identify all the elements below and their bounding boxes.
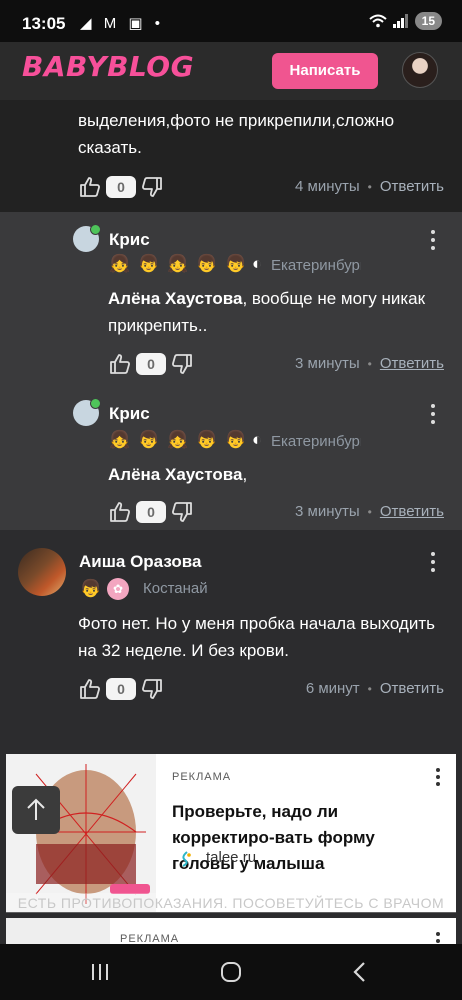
comment-time: 3 минуты (295, 503, 360, 520)
author-city: Костанай (143, 580, 208, 597)
comment-body: , (242, 465, 248, 484)
ad-disclaimer: ЕСТЬ ПРОТИВОПОКАЗАНИЯ. ПОСОВЕТУЙТЕСЬ С В… (6, 893, 456, 913)
thumb-up-icon[interactable] (78, 175, 102, 199)
author-name[interactable]: Аиша Оразова (79, 552, 201, 572)
home-icon[interactable] (219, 960, 243, 984)
girl-badge-icon: 👧 (109, 254, 131, 273)
ad-label: РЕКЛАМА (172, 771, 232, 783)
system-nav-bar (0, 944, 462, 1000)
back-icon[interactable] (348, 960, 372, 984)
avatar[interactable] (18, 548, 66, 596)
author-city: Екатеринбург (271, 257, 361, 274)
comment-actions: 0 (108, 499, 194, 525)
ad-card[interactable]: РЕКЛАМА Проверьте, надо ли корректиро-ва… (6, 754, 456, 912)
boy-badge-icon: 👦 (138, 430, 160, 449)
ad-image[interactable] (6, 918, 110, 944)
comment-time: 4 минуты (295, 178, 360, 195)
site-header: BABYBLOG Написать (0, 42, 462, 100)
author-city: Екатеринбург (271, 433, 361, 450)
boy-badge-icon: 👦 (225, 430, 247, 449)
reply-link[interactable]: Ответить (380, 178, 444, 195)
ad-link[interactable]: talee.ru (206, 849, 256, 866)
comment-card-top: выделения,фото не прикрепили,сложно сказ… (0, 100, 462, 212)
comment-text: Алёна Хаустова, (108, 461, 438, 488)
girl-badge-icon: 👧 (109, 430, 131, 449)
separator-dot: • (367, 504, 372, 519)
comment-time: 3 минуты (295, 355, 360, 372)
boy-badge-icon: 👦 (196, 430, 218, 449)
mention[interactable]: Алёна Хаустова (108, 465, 242, 484)
girl-badge-icon: 👧 (167, 254, 189, 273)
avatar[interactable] (73, 398, 101, 426)
thumb-up-icon[interactable] (108, 352, 132, 376)
thumb-down-icon[interactable] (170, 352, 194, 376)
stork-badge-icon: ✿ (107, 578, 129, 600)
like-count: 0 (136, 353, 166, 375)
badge-row: 👧 👦 👧 👦 👦 ◐ (107, 254, 262, 274)
status-bar: 13:05 ◢ M ▣ • 15 (0, 0, 462, 42)
comment-text: Фото нет. Но у меня пробка начала выходи… (78, 614, 435, 660)
author-name[interactable]: Крис (109, 230, 150, 250)
comment-actions: 0 (108, 351, 194, 377)
ad-card-2[interactable]: РЕКЛАМА (6, 918, 456, 944)
user-avatar[interactable] (402, 52, 438, 88)
like-count: 0 (106, 678, 136, 700)
boy-badge-icon: 👦 (225, 254, 247, 273)
scroll-to-top-button[interactable] (12, 786, 60, 834)
reply-link[interactable]: Ответить (380, 680, 444, 697)
status-badge-icon: ◐ (252, 254, 263, 273)
reply-link[interactable]: Ответить (380, 355, 444, 372)
more-options-icon[interactable] (436, 768, 440, 789)
more-options-icon[interactable] (430, 230, 436, 254)
wifi-icon (368, 14, 387, 28)
comment-time: 6 минут (305, 680, 360, 697)
separator-dot: • (367, 179, 372, 194)
separator-dot: • (367, 356, 372, 371)
reply-card-1: Крис 👧 👦 👧 👦 👦 ◐ Екатеринбург Алёна Хаус… (0, 212, 462, 380)
reply-link[interactable]: Ответить (380, 503, 444, 520)
badge-row: 👧 👦 👧 👦 👦 ◐ (107, 430, 262, 450)
author-name[interactable]: Крис (109, 404, 150, 424)
badge-row: 👦 ✿ (78, 578, 129, 600)
boy-badge-icon: 👦 (138, 254, 160, 273)
girl-badge-icon: 👧 (167, 430, 189, 449)
boy-badge-icon: 👦 (80, 579, 102, 598)
talee-favicon-icon (182, 851, 191, 867)
status-time: 13:05 (22, 14, 66, 33)
notification-icons: ◢ M ▣ • (80, 15, 164, 32)
boy-badge-icon: 👦 (196, 254, 218, 273)
comment-actions: 0 (78, 174, 164, 200)
comment-meta: 4 минуты • Ответить (295, 178, 444, 195)
thumb-up-icon[interactable] (108, 500, 132, 524)
more-options-icon[interactable] (430, 404, 436, 428)
comment-card-aisha: Аиша Оразова 👦 ✿ Костанай Фото нет. Но у… (0, 530, 462, 750)
status-badge-icon: ◐ (252, 430, 263, 449)
comment-meta: 3 минуты • Ответить (295, 503, 444, 520)
mention[interactable]: Алёна Хаустова (108, 289, 242, 308)
thumb-down-icon[interactable] (170, 500, 194, 524)
thumb-up-icon[interactable] (78, 677, 102, 701)
comment-meta: 6 минут • Ответить (306, 680, 444, 697)
comment-actions: 0 (78, 676, 164, 702)
more-options-icon[interactable] (436, 932, 440, 944)
arrow-up-icon (27, 798, 45, 820)
battery-badge: 15 (414, 12, 442, 30)
separator-dot: • (367, 681, 372, 696)
signal-icon (392, 14, 408, 28)
status-right: 15 (368, 12, 442, 30)
comment-meta: 3 минуты • Ответить (295, 355, 444, 372)
babyblog-logo[interactable]: BABYBLOG (22, 50, 194, 83)
like-count: 0 (106, 176, 136, 198)
comment-text: выделения,фото не прикрепили,сложно сказ… (78, 111, 395, 157)
like-count: 0 (136, 501, 166, 523)
reply-card-2: Крис 👧 👦 👧 👦 👦 ◐ Екатеринбург Алёна Хаус… (0, 380, 462, 530)
ad-label: РЕКЛАМА (120, 933, 180, 944)
more-options-icon[interactable] (430, 552, 436, 576)
write-button[interactable]: Написать (272, 53, 378, 89)
thumb-down-icon[interactable] (140, 677, 164, 701)
recent-apps-icon[interactable] (88, 960, 112, 984)
comment-text: Алёна Хаустова, вообще не могу никак при… (108, 285, 438, 339)
thumb-down-icon[interactable] (140, 175, 164, 199)
avatar[interactable] (73, 224, 101, 252)
